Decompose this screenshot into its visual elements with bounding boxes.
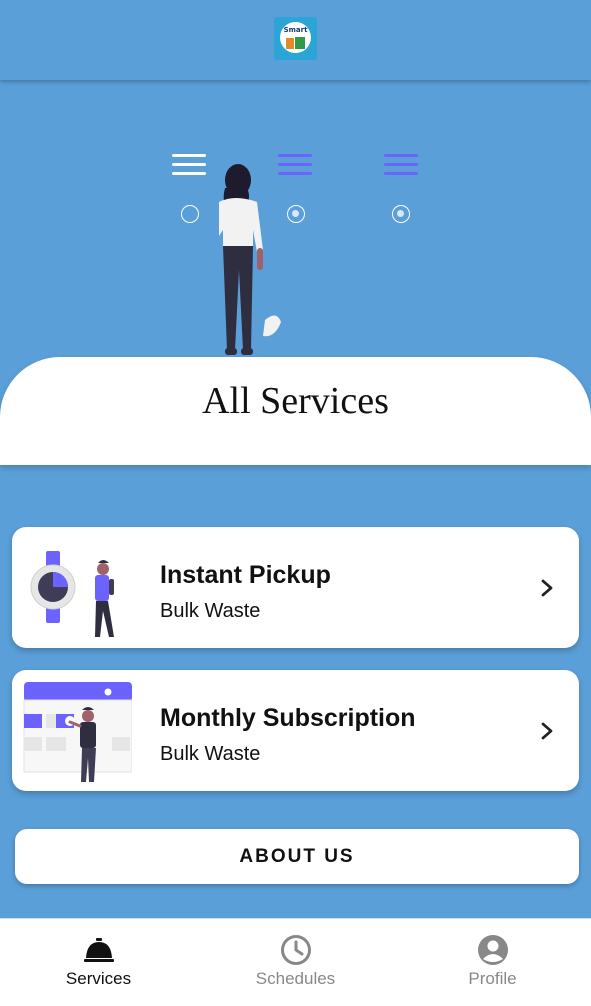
- radio-dot-icon: [392, 205, 410, 223]
- about-us-button[interactable]: ABOUT US: [15, 829, 579, 884]
- standing-woman-illustration: [219, 164, 281, 355]
- service-subtitle: Bulk Waste: [160, 743, 261, 765]
- chevron-right-icon: [541, 722, 553, 740]
- app-bar: Smart: [0, 0, 591, 80]
- service-title: Monthly Subscription: [160, 704, 416, 732]
- page-title: All Services: [202, 380, 389, 422]
- radio-dot-icon: [287, 205, 305, 223]
- service-title: Instant Pickup: [160, 561, 331, 589]
- app-logo: Smart: [274, 17, 317, 60]
- menu-lines-icon: [172, 154, 206, 176]
- nav-item-schedules[interactable]: Schedules: [197, 919, 394, 1006]
- service-subtitle: Bulk Waste: [160, 600, 261, 622]
- service-card-monthly-subscription[interactable]: Monthly Subscription Bulk Waste: [12, 670, 579, 791]
- nav-label: Schedules: [255, 969, 336, 988]
- services-header-card: All Services: [0, 357, 591, 465]
- clock-icon: [281, 935, 311, 965]
- calendar-person-illustration: [23, 682, 132, 782]
- radio-circle-icon: [181, 205, 199, 223]
- room-service-bell-icon: [84, 938, 114, 962]
- nav-item-profile[interactable]: Profile: [394, 919, 591, 1006]
- nav-item-services[interactable]: Services: [0, 919, 197, 1006]
- bottom-navigation: Services Schedules Profile: [0, 918, 591, 1006]
- account-circle-icon: [478, 935, 508, 965]
- service-card-instant-pickup[interactable]: Instant Pickup Bulk Waste: [12, 527, 579, 648]
- stopwatch-person-illustration: [30, 551, 114, 637]
- logo-text: Smart: [283, 26, 308, 34]
- nav-label: Profile: [468, 969, 517, 988]
- menu-lines-icon: [384, 154, 418, 176]
- nav-label: Services: [65, 969, 132, 988]
- hero-illustration: [0, 82, 591, 372]
- chevron-right-icon: [541, 579, 553, 597]
